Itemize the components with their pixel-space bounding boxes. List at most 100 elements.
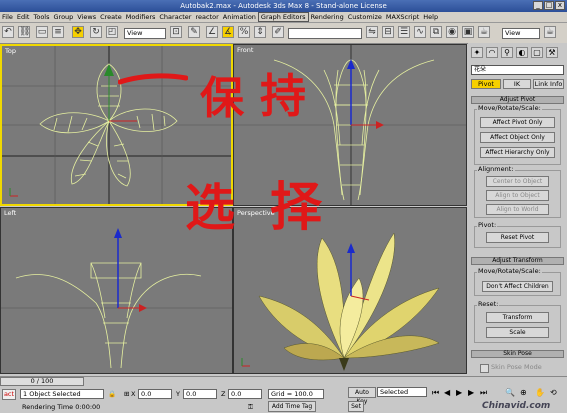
spinner-snap-icon[interactable]: ⇕	[254, 26, 266, 38]
object-name-field[interactable]: 花朵	[471, 65, 564, 75]
select-manipulate-icon[interactable]: ✎	[188, 26, 200, 38]
material-editor-icon[interactable]: ◉	[446, 26, 458, 38]
undo-icon[interactable]: ↶	[2, 26, 14, 38]
tab-ik[interactable]: IK	[503, 79, 531, 89]
center-to-object-button[interactable]: Center to Object	[486, 176, 549, 187]
align-to-world-button[interactable]: Align to World	[486, 204, 549, 215]
x-coord-field[interactable]: 0.0	[138, 389, 172, 399]
hierarchy-panel-icon[interactable]: ⚲	[501, 47, 513, 58]
group-label-move-2: Move/Rotate/Scale:	[477, 267, 542, 275]
rollout-adjust-transform[interactable]: Adjust Transform	[471, 257, 564, 265]
arc-rotate-icon[interactable]: ⟲	[550, 388, 557, 397]
render-type-dropdown[interactable]: View	[502, 28, 540, 39]
menu-edit[interactable]: Edit	[15, 12, 32, 22]
named-selection-dropdown[interactable]	[288, 28, 362, 39]
affect-pivot-only-button[interactable]: Affect Pivot Only	[480, 117, 555, 128]
auto-key-button[interactable]: Auto Key	[348, 387, 376, 405]
set-key-button[interactable]: Set	[348, 401, 364, 412]
select-and-rotate-icon[interactable]: ↻	[90, 26, 102, 38]
viewport-perspective[interactable]: Perspective	[233, 207, 467, 374]
play-icon[interactable]: ▶	[456, 388, 462, 397]
affect-hierarchy-only-button[interactable]: Affect Hierarchy Only	[480, 147, 555, 158]
rendering-time-label: Rendering Time 0:00:00	[22, 403, 101, 411]
minimize-button[interactable]: _	[533, 1, 543, 10]
menu-character[interactable]: Character	[157, 12, 193, 22]
goto-start-icon[interactable]: ⏮	[432, 388, 439, 398]
command-panel: ✦ ◠ ⚲ ◐ ▢ ⚒ 花朵 Pivot IK Link Info Adjust…	[468, 43, 567, 376]
prev-frame-icon[interactable]: ◀	[444, 388, 450, 397]
menu-file[interactable]: File	[0, 12, 15, 22]
reference-coordinate-dropdown[interactable]: View	[124, 28, 166, 39]
scale-reset-button[interactable]: Scale	[486, 327, 549, 338]
menu-rendering[interactable]: Rendering	[309, 12, 346, 22]
selection-status-field: 1 Object Selected	[20, 389, 104, 399]
edit-named-selections-icon[interactable]: ✐	[272, 26, 284, 38]
transform-reset-button[interactable]: Transform	[486, 312, 549, 323]
utilities-panel-icon[interactable]: ⚒	[546, 47, 558, 58]
curve-editor-icon[interactable]: ∿	[414, 26, 426, 38]
affect-object-only-button[interactable]: Affect Object Only	[480, 132, 555, 143]
menu-modifiers[interactable]: Modifiers	[124, 12, 158, 22]
zoom-all-icon[interactable]: ⊕	[520, 388, 527, 397]
z-coord-field[interactable]: 0.0	[228, 389, 262, 399]
select-and-move-icon[interactable]: ✥	[72, 26, 84, 38]
perspective-flower-render	[241, 232, 440, 371]
use-pivot-center-icon[interactable]: ⊡	[170, 26, 182, 38]
dont-affect-children-button[interactable]: Don't Affect Children	[482, 281, 553, 292]
menu-views[interactable]: Views	[75, 12, 98, 22]
key-filter-dropdown[interactable]: Selected	[377, 387, 427, 397]
group-label-move: Move/Rotate/Scale:	[477, 104, 542, 112]
menu-help[interactable]: Help	[421, 12, 440, 22]
menu-maxscript[interactable]: MAXScript	[384, 12, 421, 22]
menu-bar: File Edit Tools Group Views Create Modifiers Ch…	[0, 12, 567, 23]
motion-panel-icon[interactable]: ◐	[516, 47, 528, 58]
group-label-pivot: Pivot:	[477, 221, 498, 229]
next-frame-icon[interactable]: ▶	[468, 388, 474, 397]
rollout-adjust-pivot[interactable]: Adjust Pivot	[471, 96, 564, 104]
layer-manager-icon[interactable]: ☰	[398, 26, 410, 38]
display-panel-icon[interactable]: ▢	[531, 47, 543, 58]
time-slider[interactable]: 0 / 100	[0, 377, 84, 386]
snap-toggle-icon[interactable]: ∠	[206, 26, 218, 38]
create-panel-icon[interactable]: ✦	[471, 47, 483, 58]
maximize-button[interactable]: □	[544, 1, 554, 10]
tab-pivot[interactable]: Pivot	[471, 79, 501, 89]
menu-create[interactable]: Create	[98, 12, 124, 22]
overlay-char-2: 持	[260, 69, 306, 123]
align-icon[interactable]: ⊟	[382, 26, 394, 38]
status-bar: 0 / 100 act 1 Object Selected Rendering …	[0, 376, 567, 413]
select-object-icon[interactable]: ▭	[36, 26, 48, 38]
goto-end-icon[interactable]: ⏭	[480, 388, 487, 398]
close-button[interactable]: x	[555, 1, 565, 10]
mirror-icon[interactable]: ⇋	[366, 26, 378, 38]
percent-snap-icon[interactable]: %	[238, 26, 250, 38]
skin-pose-mode-checkbox[interactable]	[480, 364, 489, 373]
render-scene-icon[interactable]: ▣	[462, 26, 474, 38]
schematic-view-icon[interactable]: ⧉	[430, 26, 442, 38]
menu-tools[interactable]: Tools	[31, 12, 51, 22]
menu-reactor[interactable]: reactor	[193, 12, 220, 22]
reset-pivot-button[interactable]: Reset Pivot	[486, 232, 549, 243]
maxscript-listener-button[interactable]: act	[2, 389, 16, 400]
select-and-scale-icon[interactable]: ◰	[106, 26, 118, 38]
lock-selection-icon[interactable]: 🔒	[108, 390, 116, 398]
key-icon[interactable]: ⚿	[248, 403, 253, 412]
rollout-skin-pose[interactable]: Skin Pose	[471, 350, 564, 358]
menu-group[interactable]: Group	[52, 12, 76, 22]
modify-panel-icon[interactable]: ◠	[486, 47, 498, 58]
zoom-icon[interactable]: 🔍	[505, 388, 515, 397]
select-by-name-icon[interactable]: ≡	[52, 26, 64, 38]
quick-render-icon[interactable]: ☕	[478, 26, 490, 38]
pan-icon[interactable]: ✋	[535, 388, 545, 397]
absolute-mode-icon[interactable]: ⊞	[124, 390, 129, 398]
tab-link-info[interactable]: Link Info	[533, 79, 564, 89]
menu-customize[interactable]: Customize	[346, 12, 384, 22]
angle-snap-icon[interactable]: ∡	[222, 26, 234, 38]
menu-graph-editors[interactable]: Graph Editors	[257, 12, 309, 22]
render-last-icon[interactable]: ☕	[544, 26, 556, 38]
menu-animation[interactable]: Animation	[221, 12, 258, 22]
y-coord-field[interactable]: 0.0	[183, 389, 217, 399]
align-to-object-button[interactable]: Align to Object	[486, 190, 549, 201]
select-link-icon[interactable]: ⛓	[18, 26, 30, 38]
add-time-tag-button[interactable]: Add Time Tag	[268, 401, 316, 412]
